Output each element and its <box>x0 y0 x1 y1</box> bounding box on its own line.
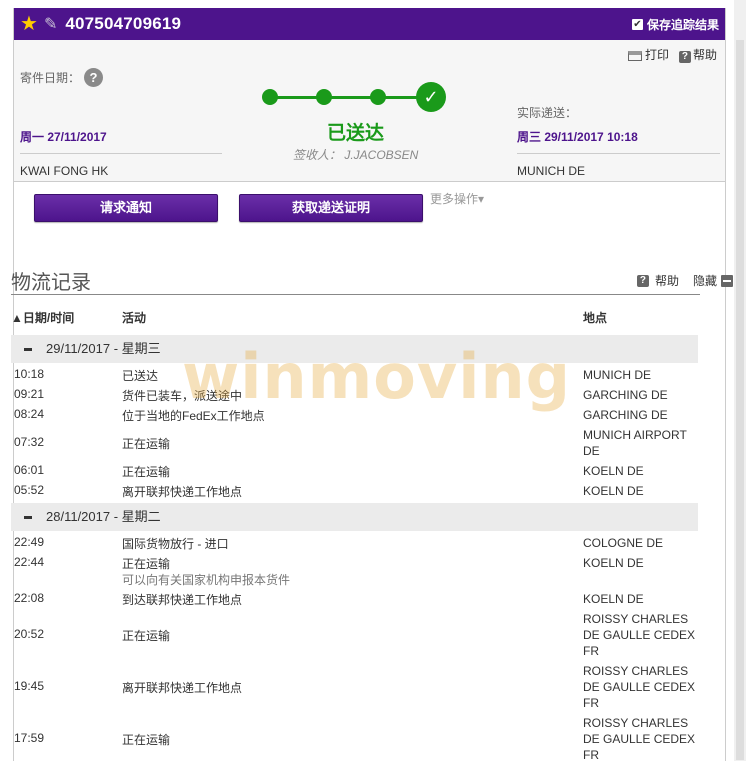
origin-location: KWAI FONG HK <box>20 164 109 178</box>
star-icon[interactable]: ★ <box>20 14 38 34</box>
checkmark-icon: ✓ <box>416 82 446 112</box>
help-icon[interactable]: ? <box>636 274 649 287</box>
divider <box>517 153 720 154</box>
delivery-date-label: 实际递送： <box>517 106 578 120</box>
row-note: 可以向有关国家机构申报本货件 <box>122 573 291 587</box>
question-icon[interactable]: ? <box>84 68 104 87</box>
collapse-icon[interactable] <box>721 274 733 287</box>
history-title: 物流记录 <box>11 272 91 294</box>
print-link[interactable]: 打印 <box>627 46 669 63</box>
save-tracking-checkbox[interactable]: ✔ 保存追踪结果 <box>631 16 719 33</box>
ship-date-label: 寄件日期： <box>20 71 81 85</box>
scrollbar-thumb[interactable] <box>736 40 744 760</box>
divider <box>20 153 222 154</box>
delivery-status: 已送达 <box>327 123 385 144</box>
checkbox-icon[interactable]: ✔ <box>631 18 643 30</box>
proof-of-delivery-button[interactable]: 获取递送证明 <box>239 194 423 222</box>
history-help-link[interactable]: 帮助 <box>655 272 679 289</box>
delivery-progress-bar: ✓ <box>262 82 448 112</box>
tracking-header: ★ ✎ 407504709619 ✔ 保存追踪结果 <box>14 8 725 40</box>
vertical-scrollbar[interactable] <box>734 0 746 761</box>
help-icon: ? <box>678 51 691 63</box>
collapse-icon[interactable] <box>24 348 32 352</box>
progress-line <box>270 96 430 99</box>
column-header-date[interactable]: ▲日期/时间 <box>11 309 74 326</box>
save-label: 保存追踪结果 <box>646 17 719 32</box>
pencil-icon[interactable]: ✎ <box>44 14 57 34</box>
ship-date: 周一 27/11/2017 <box>20 130 107 144</box>
watermark: winmoving <box>182 340 572 413</box>
column-header-location: 地点 <box>583 311 608 325</box>
collapse-icon[interactable] <box>24 516 32 520</box>
printer-icon <box>627 50 642 61</box>
delivery-date: 周三 29/11/2017 10:18 <box>517 130 638 144</box>
progress-step-dot <box>262 89 278 105</box>
progress-step-dot <box>316 89 332 105</box>
progress-step-dot <box>370 89 386 105</box>
request-notification-button[interactable]: 请求通知 <box>34 194 218 222</box>
history-hide-link[interactable]: 隐藏 <box>693 272 717 289</box>
day-group-header[interactable]: 28/11/2017 - 星期二 <box>11 503 698 531</box>
destination-location: MUNICH DE <box>517 164 585 178</box>
signed-by: 签收人： J.JACOBSEN <box>293 148 419 162</box>
more-actions-dropdown[interactable]: 更多操作▾ <box>430 190 484 207</box>
help-link[interactable]: ? 帮助 <box>678 46 717 63</box>
tracking-number: 407504709619 <box>65 14 182 33</box>
column-header-activity: 活动 <box>122 311 147 325</box>
divider <box>11 294 700 295</box>
